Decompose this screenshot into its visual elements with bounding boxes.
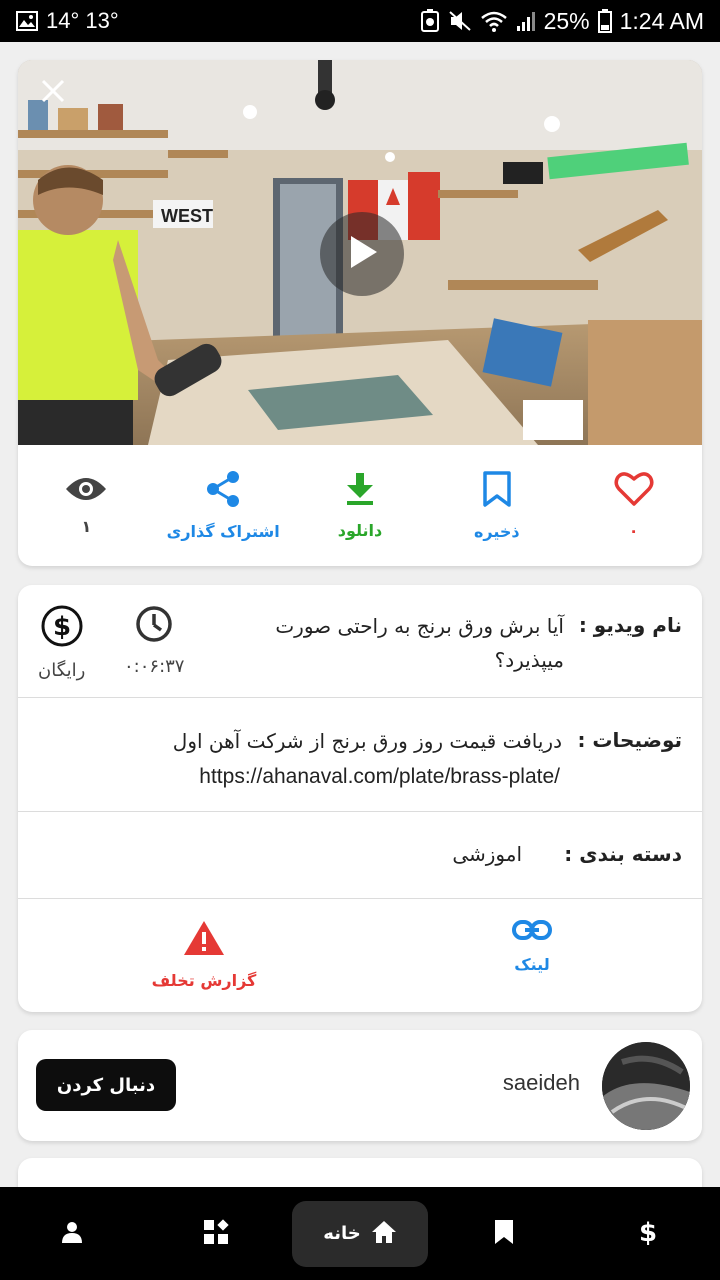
duration-meta: ٠:٠۶:٣٧ [124,605,184,677]
nav-purchases[interactable]: $ [580,1201,716,1267]
video-player[interactable]: WEST [18,60,702,445]
battery-icon [597,9,612,33]
svg-text:$: $ [53,612,71,642]
duration-text: ٠:٠۶:٣٧ [124,656,185,677]
report-button[interactable]: گزارش تخلف [148,919,260,990]
download-icon [344,471,376,511]
like-button[interactable]: ٠ [569,471,699,540]
category-value: اموزشی [452,842,522,866]
video-name-value: آیا برش ورق برنج به راحتی صورت میپذیرد؟ [275,614,564,672]
like-count: ٠ [628,521,639,540]
nav-profile[interactable] [4,1201,140,1267]
category-row: دسته بندی : اموزشی [18,812,702,899]
bottom-nav: خانه $ [0,1187,720,1280]
heart-icon [614,471,654,511]
report-label: گزارش تخلف [151,971,257,990]
eye-icon [65,475,107,507]
share-button[interactable]: اشتراک گذاری [158,470,288,541]
clock-time: 1:24 AM [619,7,704,34]
dollar-icon: $ [41,605,83,652]
views-counter: ١ [21,475,151,536]
description-link[interactable]: https://ahanaval.com/plate/brass-plate/ [199,760,560,794]
author-username[interactable]: saeideh [503,1070,580,1096]
action-bar: ٠ ذخیره دانلود اشتراک گذاری ١ [18,445,702,566]
bookmark-icon [482,470,512,512]
home-icon [371,1220,397,1248]
close-button[interactable] [36,76,70,110]
nav-categories[interactable] [148,1201,284,1267]
video-info-card: نام ویدیو : آیا برش ورق برنج به راحتی صو… [18,585,702,1012]
dollar-nav-icon: $ [638,1217,658,1251]
clock-icon [135,605,173,648]
person-icon [60,1220,84,1248]
category-label: دسته بندی : [564,842,682,866]
views-count: ١ [81,517,92,536]
mute-icon [448,10,472,32]
download-label: دانلود [337,521,383,540]
link-icon [512,919,552,945]
battery-percent: 25% [543,7,590,34]
status-bar: 14° 13° 25% 1:24 AM [0,0,720,42]
save-label: ذخیره [473,522,520,541]
follow-button[interactable]: دنبال کردن [36,1059,176,1111]
avatar[interactable] [602,1042,690,1130]
recycle-icon [420,9,440,33]
price-text: رایگان [38,660,86,681]
author-card: saeideh دنبال کردن [18,1030,702,1141]
price-meta: $ رایگان [38,605,85,681]
play-button[interactable] [320,212,404,296]
svg-text:WEST: WEST [161,206,213,226]
video-name-label: نام ویدیو : [578,613,682,637]
description-line1: دریافت قیمت روز ورق برنج از شرکت آهن اول [172,729,562,753]
play-icon [345,233,379,275]
save-button[interactable]: ذخیره [432,470,562,541]
nav-bookmarks[interactable] [436,1201,572,1267]
links-row: لینک گزارش تخلف [18,899,702,1012]
video-name-row: نام ویدیو : آیا برش ورق برنج به راحتی صو… [18,585,702,698]
link-label: لینک [514,955,550,974]
nav-home-label: خانه [323,1223,361,1244]
bookmark-nav-icon [494,1219,514,1249]
link-button[interactable]: لینک [498,919,566,974]
description-row: توضیحات : دریافت قیمت روز ورق برنج از شر… [18,698,702,812]
gallery-icon [16,11,38,31]
wifi-icon [480,10,508,32]
nav-home[interactable]: خانه [292,1200,428,1267]
description-label: توضیحات : [577,728,682,752]
close-icon [39,77,67,109]
signal-icon [516,10,536,32]
dashboard-icon [203,1218,229,1249]
warning-icon [182,919,226,961]
temperature-text: 14° 13° [46,8,119,33]
video-card: WEST ٠ ذخیره دانلود اشتراک گذاری ١ [18,60,702,566]
share-label: اشتراک گذاری [166,522,280,541]
svg-text:$: $ [639,1218,657,1247]
share-icon [204,470,242,512]
download-button[interactable]: دانلود [295,471,425,540]
